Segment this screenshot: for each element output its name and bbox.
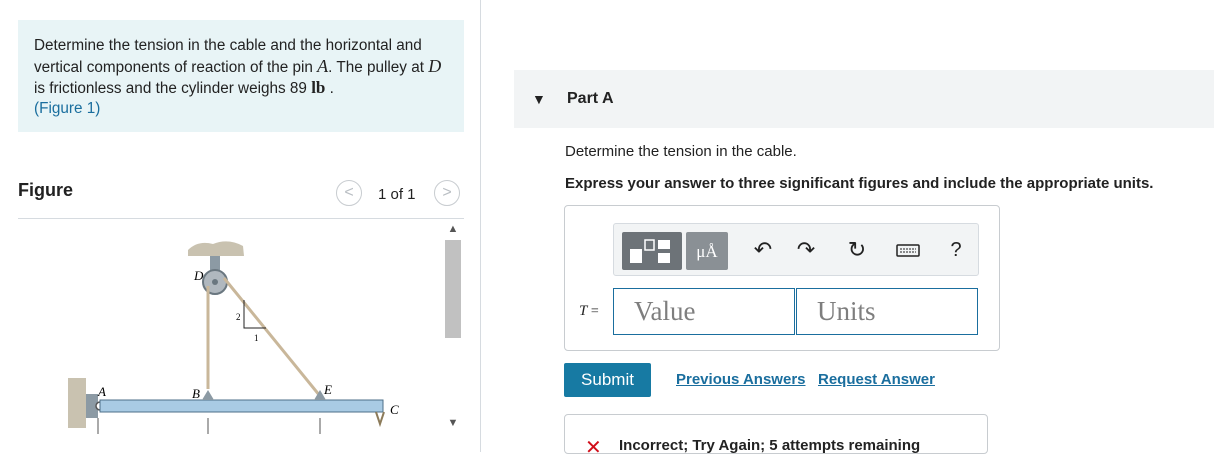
slope-rise-label: 2: [236, 312, 241, 322]
column-divider: [480, 0, 481, 452]
incorrect-x-icon: ✕: [585, 437, 602, 454]
label-b: B: [192, 386, 200, 401]
answer-box: μÅ ↶ ↷ ↻ ? T =: [564, 205, 1000, 351]
problem-text: .: [325, 80, 334, 97]
slope-run-label: 1: [254, 333, 259, 343]
label-a: A: [97, 384, 106, 399]
prev-figure-button[interactable]: <: [336, 180, 362, 206]
figure-page-counter: 1 of 1: [378, 186, 416, 203]
wall: [68, 378, 86, 428]
answer-equals: =: [587, 304, 599, 319]
next-figure-button[interactable]: >: [434, 180, 460, 206]
keyboard-icon[interactable]: [894, 236, 922, 264]
value-input[interactable]: [613, 288, 795, 335]
previous-answers-link[interactable]: Previous Answers: [676, 371, 806, 388]
answer-label: T =: [579, 303, 599, 320]
label-e: E: [323, 382, 332, 397]
math-toolbar: μÅ ↶ ↷ ↻ ?: [613, 223, 979, 276]
help-icon[interactable]: ?: [942, 236, 970, 264]
collapse-triangle-icon[interactable]: ▼: [532, 91, 546, 107]
variable-a: A: [317, 56, 329, 76]
figure-scrollbar[interactable]: ▲ ▼: [442, 220, 464, 435]
figure-link[interactable]: (Figure 1): [34, 100, 100, 117]
label-d: D: [193, 268, 204, 283]
units-button[interactable]: μÅ: [686, 232, 728, 270]
units-input[interactable]: [796, 288, 978, 335]
part-a-header[interactable]: ▼ Part A: [514, 70, 1214, 128]
left-column: Determine the tension in the cable and t…: [0, 0, 480, 452]
variable-d: D: [428, 56, 442, 76]
cable-inclined: [222, 277, 322, 397]
problem-text: is frictionless and the cylinder weighs …: [34, 80, 312, 97]
figure-heading: Figure: [18, 180, 74, 200]
attachment-b: [202, 390, 214, 400]
reset-icon[interactable]: ↻: [843, 236, 871, 264]
unit-lb: lb: [311, 78, 326, 97]
template-icon: [630, 239, 670, 263]
question-text: Determine the tension in the cable.: [565, 143, 797, 160]
scroll-up-icon[interactable]: ▲: [446, 222, 460, 236]
redo-icon[interactable]: ↷: [792, 236, 820, 264]
scroll-down-icon[interactable]: ▼: [446, 416, 460, 430]
beam: [99, 399, 384, 413]
undo-icon[interactable]: ↶: [749, 236, 777, 264]
request-answer-link[interactable]: Request Answer: [818, 371, 935, 388]
feedback-box: ✕ Incorrect; Try Again; 5 attempts remai…: [564, 414, 988, 454]
part-title: Part A: [567, 90, 614, 107]
figure-divider: [18, 218, 464, 219]
problem-statement: Determine the tension in the cable and t…: [18, 20, 464, 132]
instruction-text: Express your answer to three significant…: [565, 175, 1154, 192]
pulley-axle: [212, 279, 218, 285]
scrollbar-thumb[interactable]: [445, 240, 461, 338]
ceiling-support: [188, 241, 244, 256]
figure-diagram: 2 1 D A B E C: [68, 241, 399, 434]
submit-button[interactable]: Submit: [564, 363, 651, 397]
cylinder-hook-c: [375, 411, 385, 428]
feedback-text: Incorrect; Try Again; 5 attempts remaini…: [619, 437, 921, 454]
problem-text: . The pulley at: [328, 59, 429, 76]
templates-button[interactable]: [622, 232, 682, 270]
label-c: C: [390, 402, 399, 417]
